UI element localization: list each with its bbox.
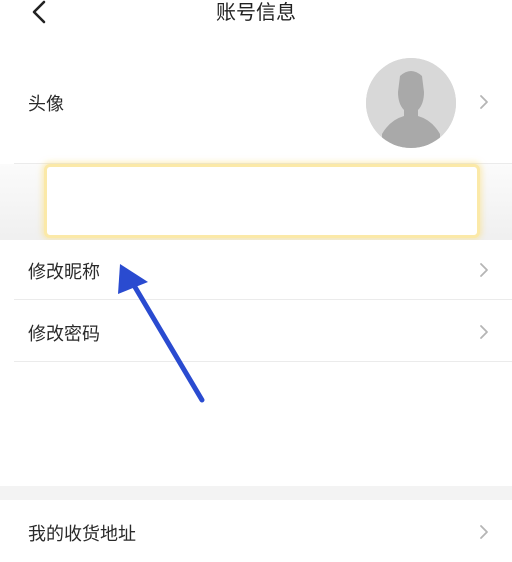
chevron-right-icon <box>480 263 488 277</box>
nickname-row[interactable]: 修改昵称 <box>0 240 512 300</box>
password-label: 修改密码 <box>28 324 100 345</box>
blank-section <box>0 362 512 498</box>
highlight-box <box>44 164 480 238</box>
chevron-right-icon <box>480 325 488 339</box>
nickname-label: 修改昵称 <box>28 262 100 283</box>
page-title: 账号信息 <box>216 0 296 24</box>
avatar[interactable] <box>366 58 456 148</box>
header-bar: 账号信息 <box>0 0 512 40</box>
chevron-right-icon <box>480 95 488 109</box>
avatar-row[interactable]: 头像 <box>0 40 512 164</box>
chevron-right-icon <box>480 525 488 539</box>
user-silhouette-icon <box>366 58 456 148</box>
address-row[interactable]: 我的收货地址 <box>0 500 512 562</box>
section-gap <box>0 486 512 500</box>
address-label: 我的收货地址 <box>28 524 136 545</box>
password-row[interactable]: 修改密码 <box>0 300 512 362</box>
avatar-label: 头像 <box>28 94 64 115</box>
